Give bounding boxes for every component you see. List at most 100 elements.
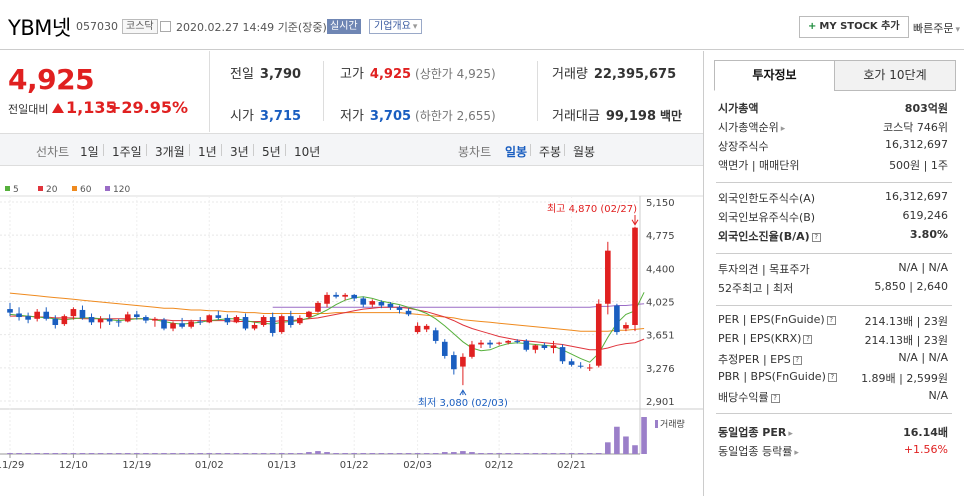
help-icon[interactable]: ? (826, 316, 836, 325)
period-weekly[interactable]: 주봉 (539, 143, 561, 160)
candle-body (523, 340, 530, 350)
candle-body (505, 340, 511, 343)
period-daily[interactable]: 일봉 (505, 143, 527, 160)
range-10y[interactable]: 10년 (294, 143, 320, 160)
candle-body (287, 316, 294, 325)
candle-body (251, 324, 258, 329)
range-3m[interactable]: 3개월 (155, 143, 185, 160)
tab-investment-info[interactable]: 투자정보 (714, 60, 835, 91)
volume-bar (206, 453, 213, 454)
est-per-row[interactable]: 추정PER | EPS? N/A | N/A (716, 350, 948, 368)
candle-body (170, 323, 176, 329)
volume-bar (623, 436, 629, 454)
candle-body (52, 318, 59, 325)
volume-bar (333, 453, 339, 454)
volume-bar (396, 453, 403, 454)
help-icon[interactable]: ? (811, 233, 821, 242)
my-stock-add-button[interactable]: + MY STOCK 추가 (799, 16, 909, 38)
per-krx-row[interactable]: PER | EPS(KRX)? 214.13배 | 23원 (716, 331, 948, 349)
low-price: 저가 3,705 (하한가 2,655) (340, 109, 496, 124)
volume-bar (287, 453, 294, 454)
candle-body (143, 317, 149, 321)
candle-body (115, 321, 122, 323)
candle-body (577, 365, 584, 367)
candle-body (595, 303, 602, 366)
open-price: 시가 3,715 (230, 109, 302, 124)
divider (564, 144, 565, 156)
sector-rate-row[interactable]: 동일업종 등락률 ▸ +1.56% (716, 442, 948, 460)
candle-body (360, 298, 367, 305)
rank-row[interactable]: 시가총액순위 ▸ 코스닥 746위 (716, 118, 948, 136)
candle-body (632, 227, 638, 325)
volume-bar (315, 451, 321, 454)
candle-body (224, 317, 231, 323)
per-fnguide-row[interactable]: PER | EPS(FnGuide)? 214.13배 | 23원 (716, 312, 948, 330)
volume-bar (251, 453, 258, 454)
candle-body (333, 294, 339, 297)
dividend-row[interactable]: 배당수익률? N/A (716, 388, 948, 406)
volume-bar (260, 453, 267, 454)
x-tick-label: 12/10 (59, 460, 88, 471)
candle-body (387, 303, 394, 308)
foreign-rate-row[interactable]: 외국인소진율(B/A)? 3.80% (716, 227, 948, 245)
volume-bar (387, 453, 394, 454)
volume-bar (414, 453, 421, 454)
tab-quote-10[interactable]: 호가 10단계 (834, 60, 956, 91)
sector-per-row[interactable]: 동일업종 PER ▸ 16.14배 (716, 423, 948, 441)
volume-bar (269, 453, 276, 454)
candle-body (432, 330, 439, 341)
candle-body (242, 317, 249, 329)
legend-swatch-ma5 (5, 186, 10, 191)
candle-body (188, 321, 194, 327)
candle-body (369, 301, 376, 305)
range-5y[interactable]: 5년 (262, 143, 281, 160)
candle-body (161, 319, 167, 329)
candle-body (152, 318, 158, 321)
help-icon[interactable]: ? (792, 356, 802, 365)
candle-body (496, 342, 502, 344)
volume-bar (568, 453, 575, 454)
range-1y[interactable]: 1년 (198, 143, 217, 160)
quick-order-link[interactable]: 빠른주문 ▾ (913, 20, 960, 36)
volume-bar (7, 453, 13, 454)
line-chart-tab[interactable]: 선차트 (36, 143, 69, 160)
period-monthly[interactable]: 월봉 (573, 143, 595, 160)
help-icon[interactable]: ? (770, 394, 780, 403)
realtime-badge[interactable]: 실시간 (327, 19, 361, 34)
range-1d[interactable]: 1일 (80, 143, 99, 160)
company-info-button[interactable]: 기업개요 ▾ (369, 19, 423, 34)
high-annotation: 최고 4,870 (02/27) (547, 203, 637, 215)
divider (323, 61, 324, 121)
candle-body (441, 341, 448, 356)
volume-bar (242, 453, 249, 454)
candle-body (179, 323, 185, 327)
candle-chart-tab[interactable]: 봉차트 (458, 143, 491, 160)
x-tick-label: 01/22 (340, 460, 369, 471)
candle-body (233, 317, 240, 323)
pbr-row[interactable]: PBR | BPS(FnGuide)? 1.89배 | 2,599원 (716, 369, 948, 387)
foreign-hold-row: 외국인보유주식수(B) 619,246 (718, 209, 948, 224)
range-1w[interactable]: 1주일 (112, 143, 142, 160)
x-tick-label: 02/12 (485, 460, 514, 471)
divider (146, 144, 147, 156)
volume-bar (632, 445, 638, 454)
volume-bar (487, 453, 493, 454)
help-icon[interactable]: ? (803, 335, 813, 344)
candle-body (315, 302, 321, 312)
timestamp: 2020.02.27 14:49 기준(장중) (176, 21, 327, 34)
y-tick-label: 4,775 (646, 231, 675, 242)
candle-body (378, 301, 385, 306)
x-tick-label: 01/13 (267, 460, 296, 471)
help-icon[interactable]: ? (827, 373, 837, 382)
candle-body (324, 294, 330, 304)
price-chart[interactable]: 5 20 60 120 5,150 4,775 4,400 4,025 3,651 3,276 2,… (0, 175, 703, 496)
range-3y[interactable]: 3년 (230, 143, 249, 160)
candle-body (568, 361, 575, 365)
volume-bar (641, 417, 647, 454)
candle-body (586, 367, 593, 369)
volume-bar (586, 453, 593, 454)
volume-bar (43, 453, 50, 454)
volume-bar (432, 453, 439, 454)
volume-bar (451, 452, 457, 454)
volume-bar (233, 453, 240, 454)
